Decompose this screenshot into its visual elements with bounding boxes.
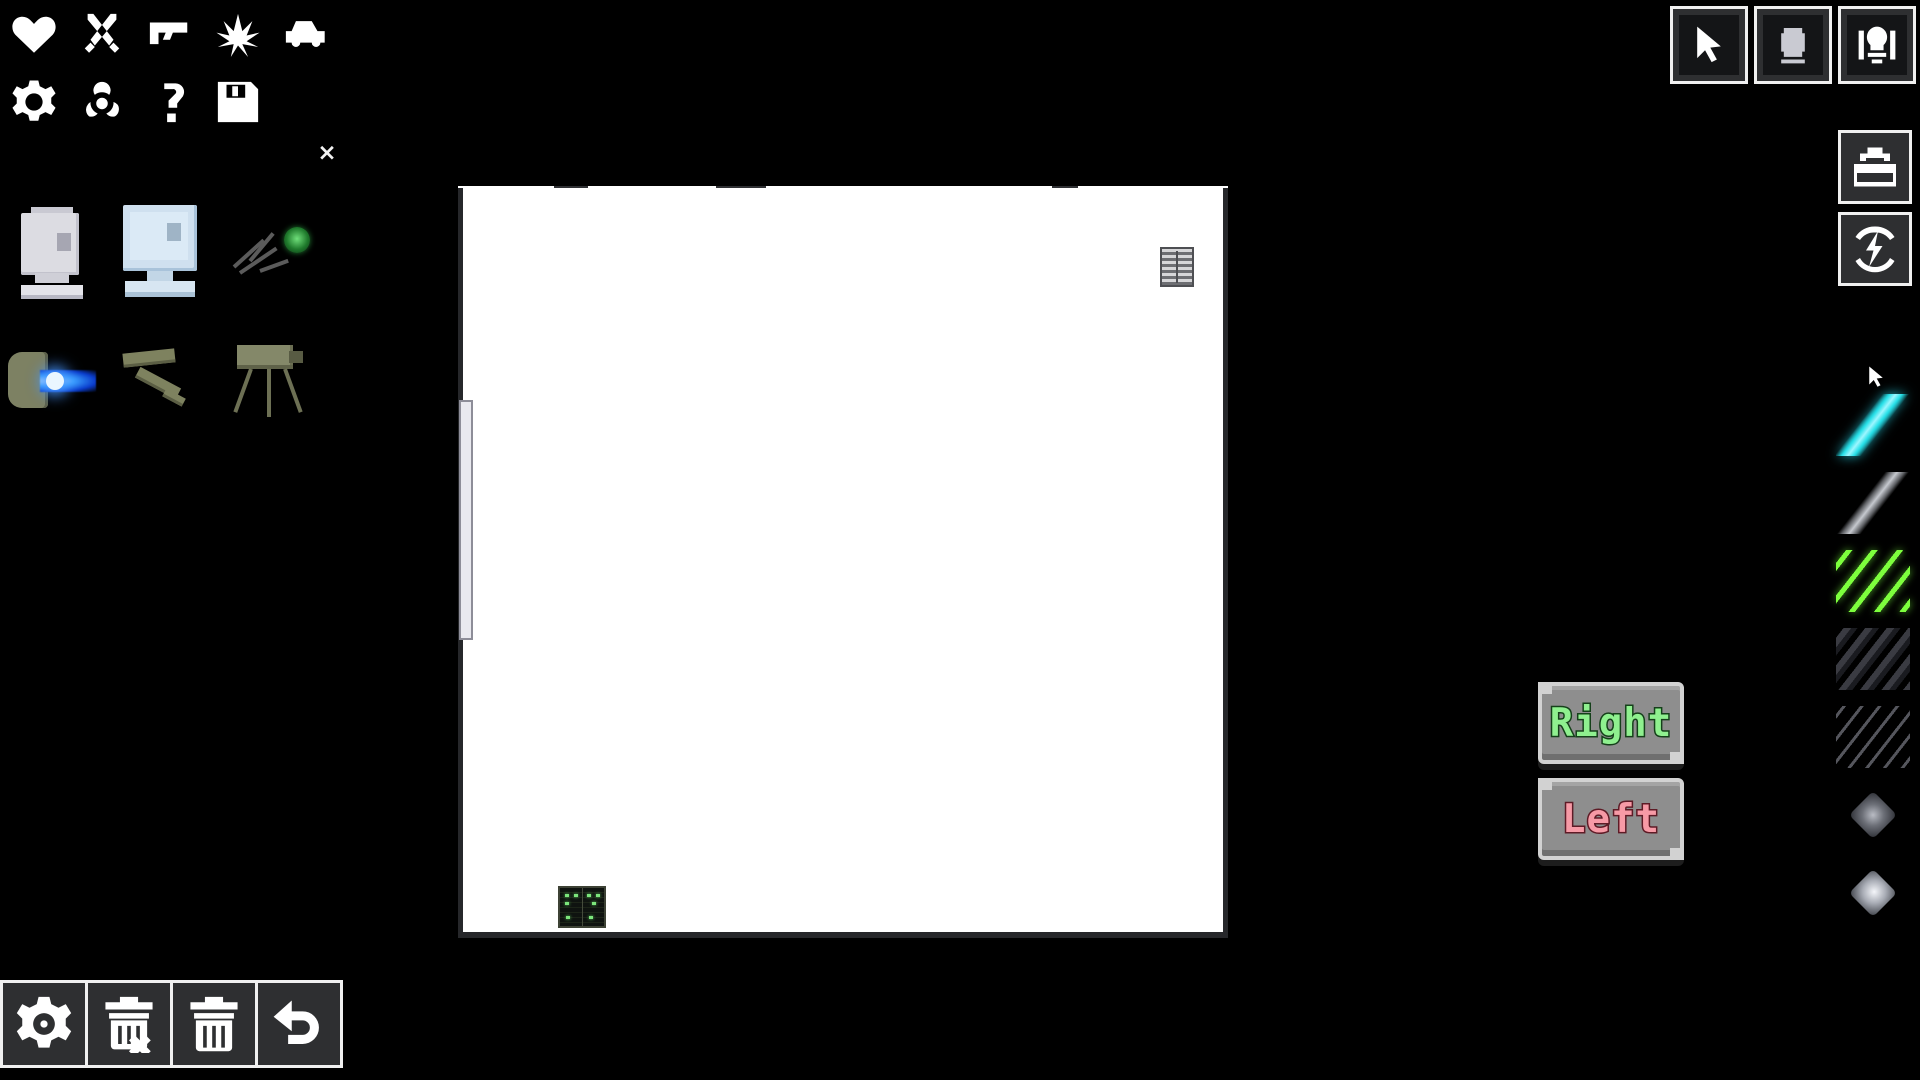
crossed-swords-icon (79, 11, 125, 57)
select-mode-button[interactable] (1670, 6, 1748, 84)
settings-button[interactable] (0, 980, 88, 1068)
metal-rod-icon (1837, 472, 1909, 534)
rifle-item[interactable] (108, 316, 216, 444)
left-button[interactable]: Left (1538, 778, 1684, 860)
undo-button[interactable] (255, 980, 343, 1068)
crt-terminal-sprite (15, 203, 93, 301)
server-bay-right (582, 888, 604, 926)
mode-bar (1670, 6, 1916, 84)
part-column (1830, 352, 1916, 932)
question-icon (147, 79, 193, 125)
right-button-label: Right (1548, 699, 1673, 747)
category-misc-button[interactable] (136, 68, 204, 136)
signal-wire-part[interactable] (1830, 542, 1916, 620)
item-palette-row-2 (0, 316, 340, 444)
category-save-button[interactable] (204, 68, 272, 136)
blue-monitor-sprite (121, 203, 203, 301)
editor-root: × Right Left (0, 0, 1920, 1080)
room-resize-handle[interactable] (459, 400, 473, 640)
category-plants-button[interactable] (204, 0, 272, 68)
category-vehicles-button[interactable] (272, 0, 340, 68)
gear-icon (15, 995, 73, 1053)
blue-lamp-item[interactable] (0, 316, 108, 444)
object-mode-button[interactable] (1754, 6, 1832, 84)
close-palette-button[interactable]: × (313, 139, 341, 167)
power-bolt-icon (1851, 225, 1899, 273)
plant-icon (215, 11, 261, 57)
trash-icon (185, 995, 243, 1053)
category-weapons-button[interactable] (136, 0, 204, 68)
trash-x-icon (100, 995, 158, 1053)
category-hazards-button[interactable] (68, 68, 136, 136)
category-machines-button[interactable] (0, 68, 68, 136)
energy-wire-part[interactable] (1830, 386, 1916, 464)
lightbulb-icon (1856, 24, 1898, 66)
category-row-2 (0, 68, 340, 136)
toolbox-icon (1851, 143, 1899, 191)
action-bar (0, 980, 343, 1068)
left-button-label: Left (1561, 795, 1661, 843)
power-button[interactable] (1838, 212, 1912, 286)
heart-icon (11, 11, 57, 57)
right-button[interactable]: Right (1538, 682, 1684, 764)
floppy-disk-icon (215, 79, 261, 125)
coil-wire-part[interactable] (1830, 698, 1916, 776)
tripod-camera-item[interactable] (216, 316, 324, 444)
gem-icon (1848, 868, 1898, 918)
chain-part[interactable] (1830, 620, 1916, 698)
wiring-mode-button[interactable] (1838, 6, 1916, 84)
spider-drone-item[interactable] (216, 188, 324, 316)
category-heart-button[interactable] (0, 0, 68, 68)
direction-buttons: Right Left (1538, 682, 1688, 874)
gear-icon (11, 79, 57, 125)
car-icon (283, 11, 329, 57)
item-palette-row-1 (0, 188, 340, 316)
signal-wire-icon (1836, 550, 1910, 612)
bright-gem-part[interactable] (1830, 854, 1916, 932)
category-row-1 (0, 0, 340, 68)
cursor-icon (1688, 24, 1730, 66)
vent-grate[interactable] (1160, 247, 1194, 287)
tripod-camera-sprite (227, 339, 313, 421)
delete-selected-button[interactable] (85, 980, 173, 1068)
chain-icon (1836, 628, 1910, 690)
blue-lamp-sprite (8, 338, 100, 422)
crt-terminal-item[interactable] (0, 188, 108, 316)
clear-all-button[interactable] (170, 980, 258, 1068)
undo-arrow-icon (270, 995, 328, 1053)
server-unit[interactable] (558, 886, 606, 928)
biohazard-icon (79, 79, 125, 125)
toolbox-button[interactable] (1838, 130, 1912, 204)
coil-wire-icon (1836, 706, 1910, 768)
blue-monitor-item[interactable] (108, 188, 216, 316)
object-icon (1772, 24, 1814, 66)
server-bay-left (560, 888, 583, 926)
item-palette (0, 188, 340, 444)
room-canvas[interactable] (458, 188, 1228, 938)
tool-column (1838, 130, 1912, 286)
gem-icon (1848, 790, 1898, 840)
energy-wire-icon (1836, 394, 1910, 456)
spider-drone-sprite (226, 211, 314, 293)
pistol-icon (147, 11, 193, 57)
category-bar: × (0, 0, 340, 164)
rifle-sprite (119, 343, 205, 417)
dark-gem-part[interactable] (1830, 776, 1916, 854)
category-melee-button[interactable] (68, 0, 136, 68)
metal-rod-part[interactable] (1830, 464, 1916, 542)
